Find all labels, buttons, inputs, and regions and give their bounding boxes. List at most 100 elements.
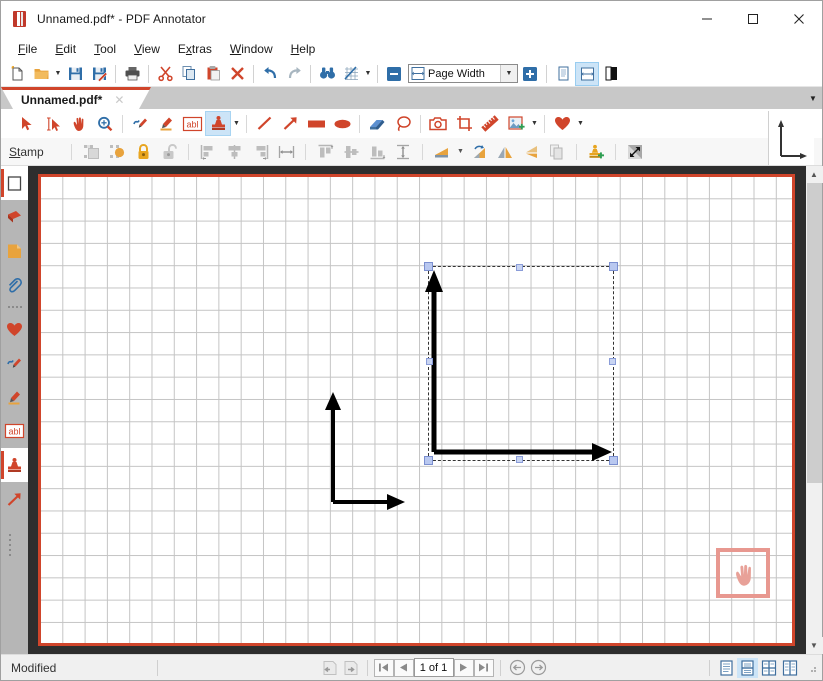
minimize-button[interactable]	[684, 1, 730, 37]
vertical-scroll-thumb[interactable]	[807, 183, 822, 483]
align-left-button[interactable]	[195, 140, 221, 164]
menu-window[interactable]: Window	[221, 39, 282, 59]
save-as-button[interactable]	[87, 62, 111, 86]
tool-text-select[interactable]	[40, 111, 66, 136]
close-button[interactable]	[776, 1, 822, 37]
rail-item-stamp[interactable]	[1, 448, 28, 482]
distribute-horizontal-button[interactable]	[273, 140, 299, 164]
tool-lasso[interactable]	[390, 111, 416, 136]
tool-ellipse[interactable]	[329, 111, 355, 136]
new-document-button[interactable]	[5, 62, 29, 86]
selection-handle-top-left[interactable]	[424, 262, 433, 271]
stamp-placement-preview[interactable]	[716, 548, 770, 598]
distribute-vertical-button[interactable]	[390, 140, 416, 164]
delete-button[interactable]	[225, 62, 249, 86]
open-document-button[interactable]	[29, 62, 53, 86]
selection-handle-bottom-center[interactable]	[516, 456, 523, 463]
layout-single-page-button[interactable]	[716, 658, 737, 678]
undo-button[interactable]	[258, 62, 282, 86]
last-page-button[interactable]	[474, 659, 494, 677]
align-right-button[interactable]	[247, 140, 273, 164]
selection-handle-top-center[interactable]	[516, 264, 523, 271]
tool-eraser[interactable]	[364, 111, 390, 136]
selection-handle-top-right[interactable]	[609, 262, 618, 271]
tool-pen[interactable]	[127, 111, 153, 136]
rail-item-textbox[interactable]: abl	[1, 414, 28, 448]
chevron-down-icon[interactable]: ▼	[500, 65, 517, 82]
rail-item-attachments[interactable]	[1, 268, 28, 302]
align-middle-vertical-button[interactable]	[338, 140, 364, 164]
align-top-button[interactable]	[312, 140, 338, 164]
resize-object-button[interactable]	[622, 140, 648, 164]
maximize-button[interactable]	[730, 1, 776, 37]
cut-button[interactable]	[153, 62, 177, 86]
rail-drag-grip-icon[interactable]	[9, 534, 11, 556]
layout-facing-button[interactable]	[758, 658, 779, 678]
resize-grip-icon[interactable]	[806, 662, 818, 674]
zoom-out-button[interactable]	[382, 62, 406, 86]
duplicate-button[interactable]	[544, 140, 570, 164]
align-bottom-button[interactable]	[364, 140, 390, 164]
previous-view-button[interactable]	[319, 658, 340, 678]
menu-view[interactable]: View	[125, 39, 169, 59]
page-indicator[interactable]: 1 of 1	[414, 658, 454, 677]
tool-stamp[interactable]	[205, 111, 231, 136]
rail-item-highlighter[interactable]	[1, 380, 28, 414]
scroll-up-chevron-up-icon[interactable]: ▲	[806, 166, 823, 183]
selection-handle-middle-right[interactable]	[609, 358, 616, 365]
tab-unnamed-pdf[interactable]: Unnamed.pdf* ✕	[1, 87, 151, 109]
document-canvas[interactable]	[28, 166, 805, 654]
navigate-back-button[interactable]	[507, 658, 528, 678]
scroll-down-chevron-down-icon[interactable]: ▼	[806, 637, 823, 654]
menu-tool[interactable]: Tool	[85, 39, 125, 59]
favorites-dropdown-chevron-down-icon[interactable]: ▼	[575, 111, 586, 136]
menu-file[interactable]: File	[9, 39, 46, 59]
save-button[interactable]	[63, 62, 87, 86]
select-similar-button[interactable]	[104, 140, 130, 164]
find-button[interactable]	[315, 62, 339, 86]
unlock-button[interactable]	[156, 140, 182, 164]
fill-color-dropdown-chevron-down-icon[interactable]: ▼	[455, 140, 466, 164]
rail-item-pen[interactable]	[1, 346, 28, 380]
view-single-page-button[interactable]	[551, 62, 575, 86]
tool-zoom[interactable]	[92, 111, 118, 136]
tool-line[interactable]	[251, 111, 277, 136]
flip-vertical-button[interactable]	[518, 140, 544, 164]
align-center-horizontal-button[interactable]	[221, 140, 247, 164]
selection-handle-bottom-right[interactable]	[609, 456, 618, 465]
next-view-button[interactable]	[340, 658, 361, 678]
insert-image-dropdown-chevron-down-icon[interactable]: ▼	[529, 111, 540, 136]
fill-color-button[interactable]	[429, 140, 455, 164]
tool-rectangle[interactable]	[303, 111, 329, 136]
selection-handle-bottom-left[interactable]	[424, 456, 433, 465]
navigate-forward-button[interactable]	[528, 658, 549, 678]
tool-favorites[interactable]	[549, 111, 575, 136]
tool-insert-image[interactable]	[503, 111, 529, 136]
first-page-button[interactable]	[374, 659, 394, 677]
selection-handle-middle-left[interactable]	[426, 358, 433, 365]
rail-item-page-view[interactable]	[1, 166, 28, 200]
grid-dropdown-button[interactable]: ▼	[363, 62, 373, 86]
select-all-objects-button[interactable]	[78, 140, 104, 164]
paste-button[interactable]	[201, 62, 225, 86]
rail-item-favorites[interactable]	[1, 312, 28, 346]
tab-overflow-chevron-down-icon[interactable]: ▼	[804, 87, 822, 109]
tool-crop[interactable]	[451, 111, 477, 136]
add-to-stamps-button[interactable]	[583, 140, 609, 164]
tool-snapshot[interactable]	[425, 111, 451, 136]
next-page-button[interactable]	[454, 659, 474, 677]
redo-button[interactable]	[282, 62, 306, 86]
flip-horizontal-button[interactable]	[492, 140, 518, 164]
close-icon[interactable]: ✕	[114, 93, 124, 107]
zoom-in-button[interactable]	[518, 62, 542, 86]
tool-text-box[interactable]: abl	[179, 111, 205, 136]
zoom-level-combobox[interactable]: Page Width ▼	[408, 64, 518, 83]
menu-edit[interactable]: Edit	[46, 39, 85, 59]
tool-ruler[interactable]	[477, 111, 503, 136]
copy-button[interactable]	[177, 62, 201, 86]
vertical-scrollbar[interactable]: ▲ ▼	[805, 166, 822, 654]
view-sidebar-button[interactable]	[599, 62, 623, 86]
axes-stamp-selected[interactable]	[424, 262, 618, 465]
menu-extras[interactable]: Extras	[169, 39, 221, 59]
axes-stamp-unselected[interactable]	[283, 382, 413, 512]
